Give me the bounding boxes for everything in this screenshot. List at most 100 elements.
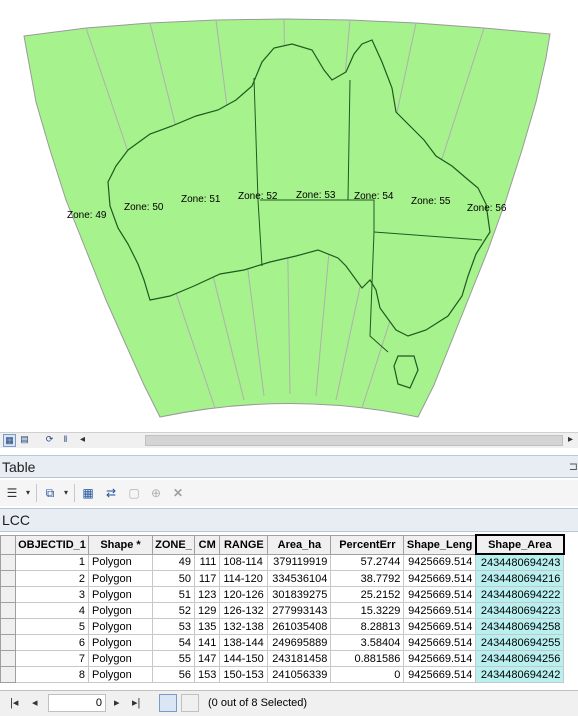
map-canvas[interactable]: Zone: 49 Zone: 50 Zone: 51 Zone: 52 Zone… <box>0 0 578 430</box>
table-cell[interactable]: 8 <box>15 666 89 683</box>
table-cell[interactable]: 52 <box>152 602 195 619</box>
table-cell[interactable]: 9425669.514 <box>403 553 477 571</box>
table-cell[interactable]: 153 <box>193 666 221 683</box>
table-cell[interactable]: 49 <box>152 553 195 571</box>
table-cell[interactable]: 141 <box>193 634 221 651</box>
row-selector[interactable] <box>0 553 16 571</box>
table-row[interactable]: 4 Polygon 52 129 126-132 277993143 15.3229 9425… <box>0 602 565 619</box>
scroll-left-icon[interactable]: ◂ <box>80 433 85 447</box>
column-header[interactable]: CM <box>193 534 221 555</box>
row-selector-header[interactable] <box>0 534 16 555</box>
table-cell[interactable]: 51 <box>152 586 195 603</box>
show-all-records-icon[interactable] <box>159 694 177 712</box>
table-cell[interactable]: 126-132 <box>219 602 269 619</box>
table-cell[interactable]: 132-138 <box>219 618 269 635</box>
table-row[interactable]: 2 Polygon 50 117 114-120 334536104 38.7792 9425… <box>0 570 565 587</box>
clear-selection-icon[interactable]: ▢ <box>126 485 142 501</box>
table-cell[interactable]: 25.2152 <box>330 586 405 603</box>
table-cell[interactable]: 9425669.514 <box>403 570 477 587</box>
table-cell[interactable]: 3 <box>15 586 89 603</box>
column-header[interactable]: Shape_Area <box>474 534 565 555</box>
layout-view-icon[interactable]: ▤ <box>19 434 30 445</box>
table-cell[interactable]: 277993143 <box>267 602 332 619</box>
table-cell[interactable]: 2434480694223 <box>475 602 565 619</box>
table-cell[interactable]: 120-126 <box>219 586 269 603</box>
table-cell[interactable]: Polygon <box>88 650 153 667</box>
table-cell[interactable]: 2434480694242 <box>475 666 565 683</box>
table-cell[interactable]: 144-150 <box>219 650 269 667</box>
pin-icon[interactable]: ⊐ <box>569 460 578 473</box>
table-cell[interactable]: 38.7792 <box>330 570 405 587</box>
table-cell[interactable]: 53 <box>152 618 195 635</box>
table-cell[interactable]: 2434480694222 <box>475 586 565 603</box>
table-cell[interactable]: Polygon <box>88 618 153 635</box>
table-cell[interactable]: 9425669.514 <box>403 586 477 603</box>
table-cell[interactable]: 7 <box>15 650 89 667</box>
table-cell[interactable]: 249695889 <box>267 634 332 651</box>
table-cell[interactable]: 261035408 <box>267 618 332 635</box>
table-cell[interactable]: 9425669.514 <box>403 634 477 651</box>
table-cell[interactable]: 2434480694243 <box>475 553 565 571</box>
horizontal-scrollbar[interactable] <box>145 435 563 446</box>
table-row[interactable]: 8 Polygon 56 153 150-153 241056339 0 9425669.51… <box>0 666 565 683</box>
table-cell[interactable]: 9425669.514 <box>403 618 477 635</box>
chevron-down-icon[interactable]: ▾ <box>58 485 74 501</box>
table-cell[interactable]: Polygon <box>88 634 153 651</box>
table-cell[interactable]: Polygon <box>88 602 153 619</box>
table-cell[interactable]: 55 <box>152 650 195 667</box>
table-cell[interactable]: 2434480694216 <box>475 570 565 587</box>
table-cell[interactable]: 135 <box>193 618 221 635</box>
column-header[interactable]: Area_ha <box>267 534 332 555</box>
related-tables-icon[interactable]: ⧉ <box>42 485 58 501</box>
row-selector[interactable] <box>0 602 16 619</box>
table-cell[interactable]: 117 <box>193 570 221 587</box>
table-cell[interactable]: 15.3229 <box>330 602 405 619</box>
table-cell[interactable]: 2 <box>15 570 89 587</box>
scroll-right-icon[interactable]: ▸ <box>568 433 573 447</box>
table-cell[interactable]: 114-120 <box>219 570 269 587</box>
row-selector[interactable] <box>0 666 16 683</box>
table-cell[interactable]: 138-144 <box>219 634 269 651</box>
select-by-attributes-icon[interactable]: ▦ <box>80 485 96 501</box>
row-selector[interactable] <box>0 586 16 603</box>
table-cell[interactable]: 56 <box>152 666 195 683</box>
table-cell[interactable]: 147 <box>193 650 221 667</box>
table-cell[interactable]: 2434480694255 <box>475 634 565 651</box>
table-cell[interactable]: Polygon <box>88 586 153 603</box>
table-view-icon[interactable]: ▦ <box>3 434 16 447</box>
table-row[interactable]: 5 Polygon 53 135 132-138 261035408 8.28813 9425… <box>0 618 565 635</box>
delete-selected-icon[interactable]: ✕ <box>170 485 186 501</box>
table-cell[interactable]: 301839275 <box>267 586 332 603</box>
table-cell[interactable]: 0.881586 <box>330 650 405 667</box>
table-cell[interactable]: 129 <box>193 602 221 619</box>
column-header[interactable]: Shape_Leng <box>403 534 477 555</box>
zoom-to-selected-icon[interactable]: ⊕ <box>148 485 164 501</box>
map-view[interactable]: Zone: 49 Zone: 50 Zone: 51 Zone: 52 Zone… <box>0 0 578 430</box>
table-cell[interactable]: 4 <box>15 602 89 619</box>
refresh-icon[interactable]: ⟳ <box>44 434 55 445</box>
table-cell[interactable]: 0 <box>330 666 405 683</box>
table-cell[interactable]: 9425669.514 <box>403 602 477 619</box>
table-cell[interactable]: 57.2744 <box>330 553 405 571</box>
row-selector[interactable] <box>0 618 16 635</box>
next-record-icon[interactable]: ▸ <box>114 696 120 709</box>
table-row[interactable]: 3 Polygon 51 123 120-126 301839275 25.2152 9425… <box>0 586 565 603</box>
table-cell[interactable]: 1 <box>15 553 89 571</box>
table-cell[interactable]: 150-153 <box>219 666 269 683</box>
table-cell[interactable]: 241056339 <box>267 666 332 683</box>
column-header[interactable]: Shape * <box>88 534 153 555</box>
column-header[interactable]: OBJECTID_1 <box>15 534 89 555</box>
table-cell[interactable]: 108-114 <box>219 553 269 571</box>
table-cell[interactable]: 8.28813 <box>330 618 405 635</box>
table-cell[interactable]: 3.58404 <box>330 634 405 651</box>
pause-icon[interactable]: ‖ <box>60 434 71 445</box>
table-cell[interactable]: Polygon <box>88 553 153 571</box>
table-cell[interactable]: 2434480694256 <box>475 650 565 667</box>
table-cell[interactable]: Polygon <box>88 666 153 683</box>
table-cell[interactable]: 9425669.514 <box>403 650 477 667</box>
chevron-down-icon[interactable]: ▾ <box>20 485 36 501</box>
switch-selection-icon[interactable]: ⇄ <box>103 485 119 501</box>
row-selector[interactable] <box>0 570 16 587</box>
table-cell[interactable]: 54 <box>152 634 195 651</box>
table-cell[interactable]: 5 <box>15 618 89 635</box>
